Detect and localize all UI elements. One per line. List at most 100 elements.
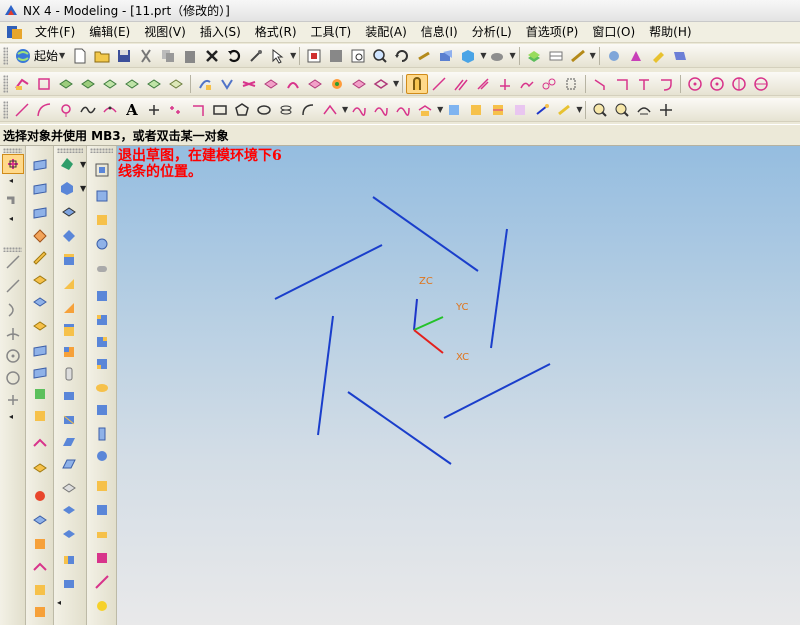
snap-point-icon[interactable] [625,46,647,66]
surface-2-icon[interactable] [29,178,51,198]
feature-6-icon[interactable] [58,274,80,294]
sweep-icon[interactable] [99,74,121,94]
helix-icon[interactable] [275,100,297,120]
edit-param-icon[interactable] [553,100,575,120]
offset-surface-icon[interactable] [194,74,216,94]
wcs-triad[interactable]: ZC YC XC [413,276,469,363]
surface-11-icon[interactable] [29,384,51,404]
feature-18-icon[interactable] [58,550,80,570]
menu-tools[interactable]: 工具(T) [304,23,359,42]
edit-14-icon[interactable] [91,476,113,496]
feature-8-icon[interactable] [58,320,80,340]
feature-4-icon[interactable] [58,226,80,246]
edit-6-icon[interactable] [91,286,113,306]
circle-3pt-icon[interactable] [55,100,77,120]
menu-view[interactable]: 视图(V) [137,23,193,42]
feature-9-icon[interactable] [58,342,80,362]
edit-5-icon[interactable] [91,258,113,278]
edit-17-icon[interactable] [91,548,113,568]
measure-icon[interactable] [567,46,589,66]
paste-icon[interactable] [179,46,201,66]
selection-filter-icon[interactable] [267,46,289,66]
menu-edit[interactable]: 编辑(E) [82,23,137,42]
studio-spline-icon[interactable] [99,100,121,120]
surface-15-icon[interactable] [29,486,51,506]
undo-icon[interactable] [223,46,245,66]
feature-7-icon[interactable] [58,298,80,318]
feature-10-icon[interactable] [58,364,80,384]
menu-file[interactable]: 文件(F) [28,23,82,42]
save-icon[interactable] [113,46,135,66]
menu-preferences[interactable]: 首选项(P) [519,23,586,42]
deviation-icon[interactable] [655,100,677,120]
surface-19-icon[interactable] [29,580,51,600]
magnifier-icon[interactable] [369,46,391,66]
feature-17-icon[interactable] [58,524,80,544]
feature-3-icon[interactable] [58,202,80,222]
feature-11-icon[interactable] [58,386,80,406]
open-file-icon[interactable] [91,46,113,66]
ellipse-icon[interactable] [750,74,772,94]
feature-5-icon[interactable] [58,250,80,270]
measure-distance-icon[interactable] [589,100,611,120]
start-button[interactable]: 起始 ▼ [11,46,69,66]
edit-16-icon[interactable] [91,524,113,544]
arc-tool-icon[interactable] [450,74,472,94]
edit-19-icon[interactable] [91,596,113,616]
polyline-icon[interactable] [187,100,209,120]
sketch-canvas[interactable]: ZC YC XC [117,146,800,625]
surface-7-icon[interactable] [29,292,51,312]
surface-12-icon[interactable] [29,406,51,426]
trim-body-icon[interactable] [121,74,143,94]
sew-icon[interactable] [165,74,187,94]
sketch-line-3[interactable] [443,363,551,419]
blend-icon[interactable] [143,74,165,94]
offset-curve-icon[interactable] [319,100,341,120]
make-corner-icon[interactable] [633,74,655,94]
intersection-icon[interactable] [238,74,260,94]
isoparametric-icon[interactable] [392,100,414,120]
join-icon[interactable] [531,100,553,120]
curve-derive-icon[interactable] [538,74,560,94]
zoom-window-icon[interactable] [325,46,347,66]
feature-14-icon[interactable] [58,454,80,474]
edit-7-icon[interactable] [91,310,113,330]
menu-information[interactable]: 信息(I) [414,23,465,42]
edit-11-icon[interactable] [91,400,113,420]
extrude-icon[interactable] [55,74,77,94]
copy-icon[interactable] [157,46,179,66]
constraint-parallel-icon[interactable] [472,74,494,94]
edit-8-icon[interactable] [91,332,113,352]
surface-3-icon[interactable] [29,202,51,222]
menu-analysis[interactable]: 分析(L) [465,23,519,42]
point-set-icon[interactable] [165,100,187,120]
quick-trim-icon[interactable] [560,74,582,94]
measure-angle-icon[interactable] [611,100,633,120]
circle-icon[interactable] [684,74,706,94]
analysis-icon[interactable] [603,46,625,66]
sketch-finish-icon[interactable] [11,74,33,94]
nx-menubar-icon[interactable] [6,24,24,40]
feature-15-icon[interactable] [58,478,80,498]
sketch-line-5[interactable] [317,315,334,436]
combined-curve-icon[interactable] [348,100,370,120]
snap-lock-icon[interactable] [406,73,429,94]
point-icon[interactable] [2,390,24,410]
section-icon[interactable] [326,74,348,94]
perspective-icon[interactable] [435,46,457,66]
sketch-plane-icon[interactable] [33,74,55,94]
edit-15-icon[interactable] [91,500,113,520]
quick-extend-icon[interactable] [589,74,611,94]
arc-icon[interactable] [2,276,24,296]
trim-curve-icon[interactable] [487,100,509,120]
join-curve-icon[interactable] [282,74,304,94]
divide-curve-icon[interactable] [509,100,531,120]
rotate-icon[interactable] [391,46,413,66]
mirror-curve-icon[interactable] [414,100,436,120]
surface-17-icon[interactable] [29,534,51,554]
surface-5-icon[interactable] [29,248,51,268]
arc-icon[interactable] [33,100,55,120]
feature-2-icon[interactable] [56,178,78,198]
edit-4-icon[interactable] [91,234,113,254]
line-tool-icon[interactable] [428,74,450,94]
